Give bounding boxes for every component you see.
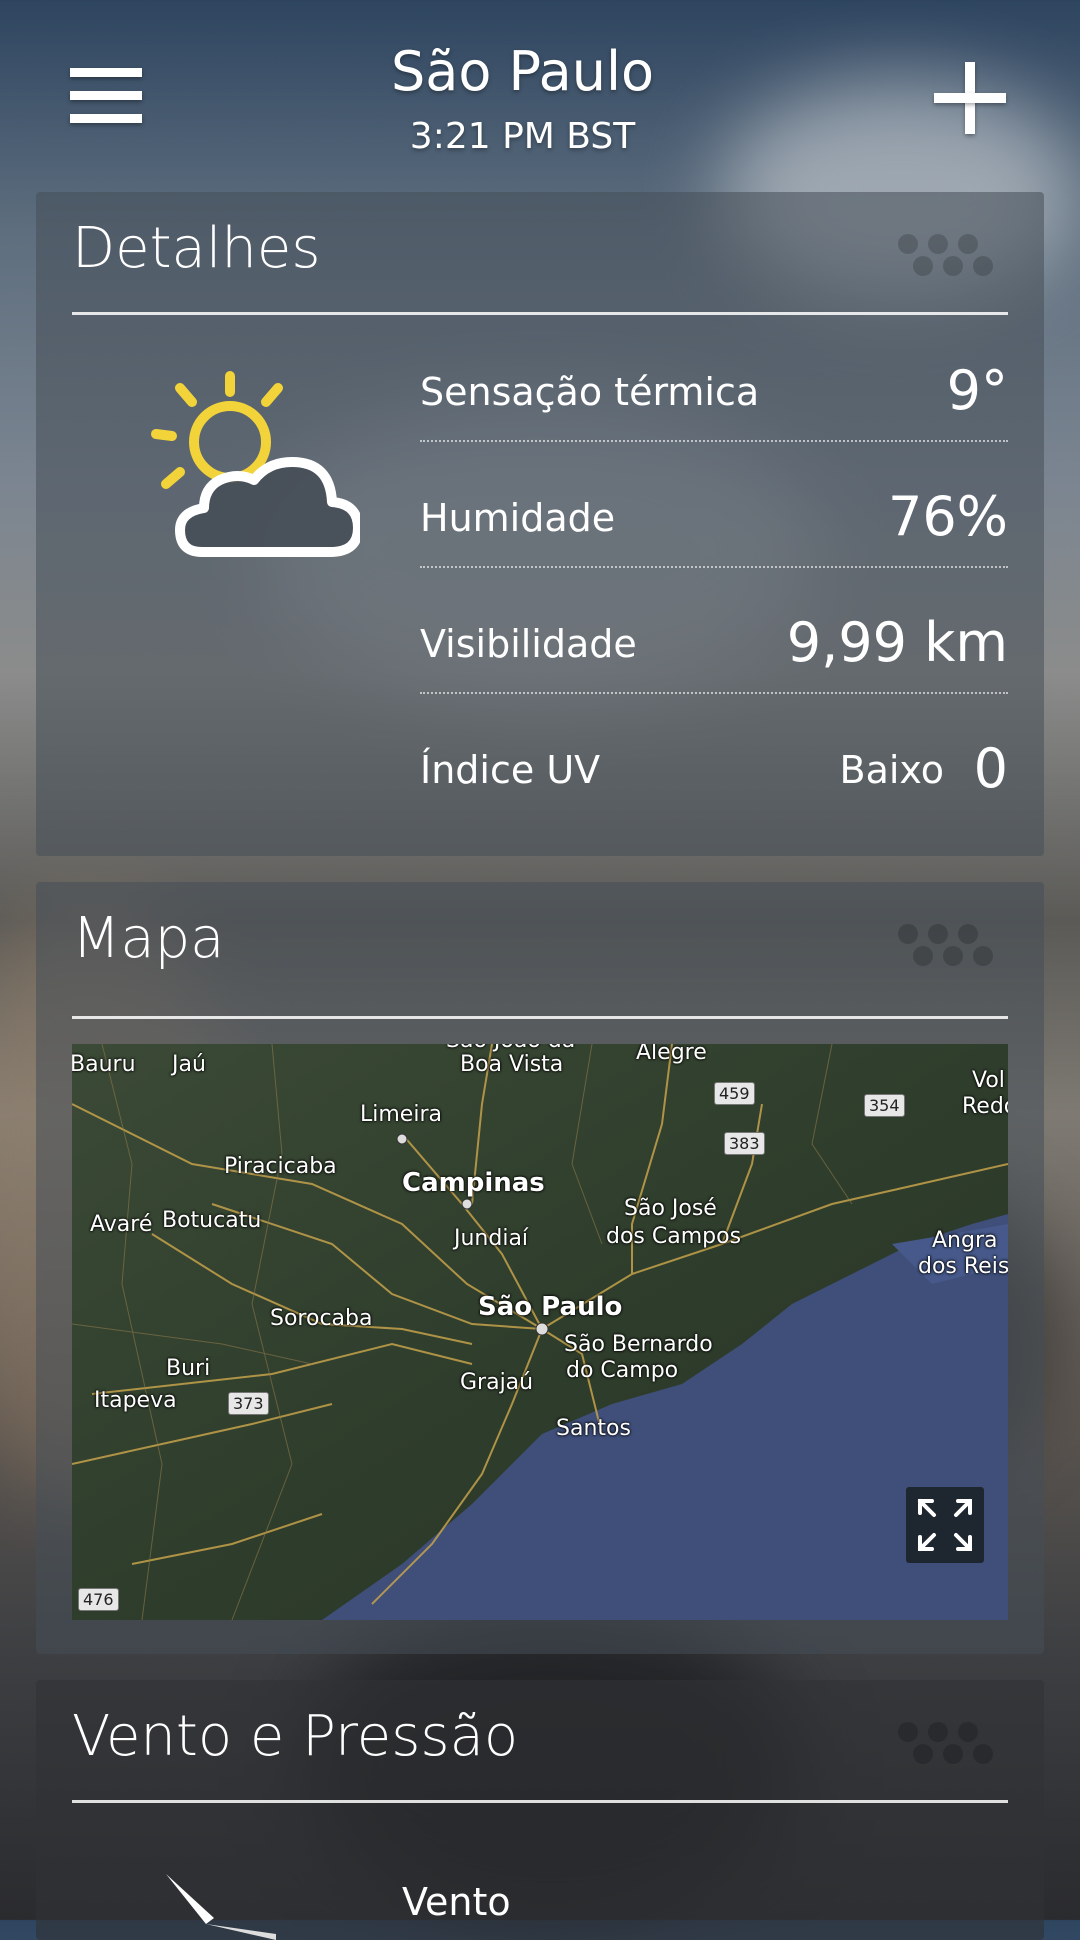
humidity-label: Humidade: [420, 496, 616, 540]
uv-index-label: Índice UV: [420, 748, 601, 792]
map-place-label: Avaré: [90, 1212, 153, 1237]
feels-like-row: Sensação térmica 9°: [420, 316, 1008, 442]
feels-like-label: Sensação térmica: [420, 370, 760, 414]
details-card: Detalhes Sensação térmica 9° Humidade 76…: [36, 192, 1044, 856]
road-shield: 354: [864, 1094, 905, 1117]
details-title: Detalhes: [72, 216, 321, 281]
map-place-label: dos Campos: [606, 1224, 742, 1249]
map-place-label: Jaú: [172, 1052, 206, 1077]
road-shield: 459: [714, 1082, 755, 1105]
map-place-label: Buri: [166, 1356, 211, 1381]
map-place-label: Sorocaba: [270, 1306, 373, 1331]
map-title: Mapa: [72, 906, 225, 971]
map-place-label: Itapeva: [94, 1388, 177, 1413]
map-place-label: Campinas: [402, 1168, 545, 1198]
expand-icon: [918, 1499, 972, 1551]
drag-handle-icon[interactable]: [898, 1718, 1008, 1768]
map-graphic: [72, 1044, 1008, 1620]
feels-like-value: 9°: [946, 359, 1008, 422]
map-place-label: Santos: [556, 1416, 631, 1441]
map-place-label: Grajaú: [460, 1370, 534, 1395]
map-place-label: Piracicaba: [224, 1154, 337, 1179]
map-place-label: Redo: [962, 1094, 1008, 1119]
map-place-label: dos Reis: [918, 1254, 1008, 1279]
city-name: São Paulo: [390, 40, 655, 103]
wind-pressure-card: Vento e Pressão Vento: [36, 1680, 1044, 1940]
map-place-label: São Bernardo: [564, 1332, 713, 1357]
wind-label: Vento: [402, 1880, 511, 1924]
humidity-value: 76%: [887, 485, 1008, 548]
wind-pressure-title: Vento e Pressão: [72, 1704, 519, 1769]
map-place-label: São José: [624, 1196, 717, 1221]
card-divider: [72, 1016, 1008, 1019]
visibility-row: Visibilidade 9,99 km: [420, 568, 1008, 694]
partly-cloudy-icon: [151, 371, 360, 557]
visibility-label: Visibilidade: [420, 622, 637, 666]
local-time: 3:21 PM BST: [409, 116, 636, 157]
road-shield: 383: [724, 1132, 765, 1155]
map-place-label: Angra: [932, 1228, 998, 1253]
map-place-label: Boa Vista: [460, 1052, 564, 1077]
drag-handle-icon[interactable]: [898, 230, 1008, 280]
uv-index-level: Baixo: [839, 748, 944, 792]
region-map[interactable]: Bauru Jaú São João da Boa Vista Alegre L…: [72, 1044, 1008, 1620]
road-shield: 476: [78, 1588, 119, 1611]
card-divider: [72, 1800, 1008, 1803]
map-place-label: Limeira: [360, 1102, 442, 1127]
map-place-label: Botucatu: [162, 1208, 262, 1233]
wind-turbine-icon: [166, 1874, 276, 1940]
map-place-label: São Paulo: [478, 1292, 623, 1322]
uv-index-row: Índice UV Baixo 0: [420, 694, 1008, 820]
road-shield: 373: [228, 1392, 269, 1415]
expand-map-button[interactable]: [906, 1487, 984, 1563]
map-place-label: Alegre: [636, 1044, 707, 1065]
visibility-value: 9,99 km: [786, 611, 1008, 674]
add-location-icon[interactable]: [934, 62, 1006, 134]
map-place-label: Bauru: [72, 1052, 136, 1077]
map-place-label: do Campo: [566, 1358, 679, 1383]
card-divider: [72, 312, 1008, 315]
uv-index-value: 0: [973, 737, 1008, 800]
app-header: São Paulo 3:21 PM BST: [0, 0, 1080, 180]
drag-handle-icon[interactable]: [898, 920, 1008, 970]
map-card: Mapa Bauru Jaú Boa Vista Alegre Limeira …: [36, 882, 1044, 1654]
map-place-label: Vol: [972, 1068, 1005, 1093]
humidity-row: Humidade 76%: [420, 442, 1008, 568]
map-place-label: Jundiaí: [454, 1226, 529, 1251]
